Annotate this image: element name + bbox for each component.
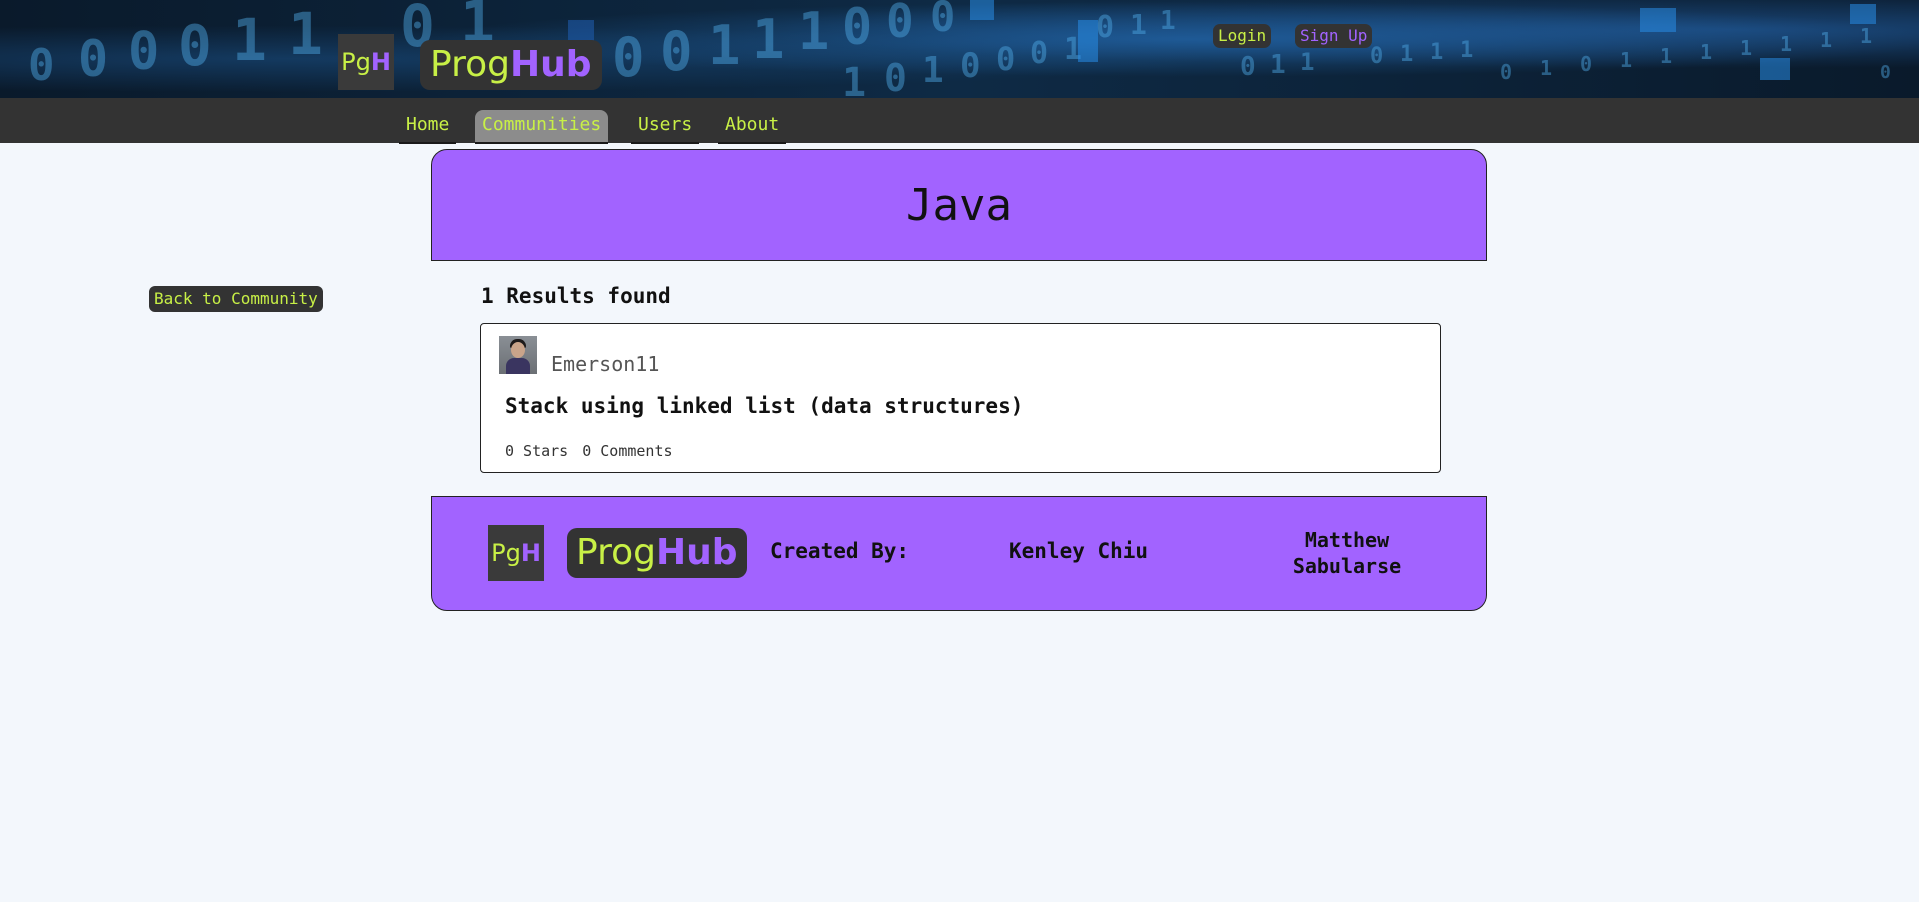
community-title: Java: [906, 179, 1012, 231]
post-comments: 0 Comments: [582, 442, 673, 460]
post-card[interactable]: Emerson11 Stack using linked list (data …: [480, 323, 1441, 473]
post-stats: 0 Stars 0 Comments: [505, 442, 687, 460]
footer-logo-small-text-a: Pg: [491, 539, 521, 567]
author-matthew: Matthew Sabularse: [1292, 528, 1402, 578]
footer-logo-wordmark-text-b: Hub: [655, 532, 738, 573]
post-author[interactable]: Emerson11: [551, 352, 659, 376]
nav-users[interactable]: Users: [631, 110, 700, 144]
binary-background: 0 0 0 0 1 1 0 1 0 0 1 1 1 0 0 0 1 0 1 0 …: [28, 0, 1891, 98]
header-banner: 0 0 0 0 1 1 0 1 0 0 1 1 1 0 0 0 1 0 1 0 …: [0, 0, 1919, 98]
logo-wordmark[interactable]: ProgHub: [420, 40, 602, 90]
logo-wordmark-text-b: Hub: [509, 44, 592, 85]
logo-small-text-b: H: [370, 48, 391, 76]
logo-small-text-a: Pg: [341, 48, 371, 76]
results-count: 1 Results found: [481, 284, 671, 308]
main-nav: Home Communities Users About: [0, 98, 1919, 144]
nav-communities[interactable]: Communities: [475, 110, 609, 144]
post-title[interactable]: Stack using linked list (data structures…: [505, 394, 1023, 418]
footer-logo-wordmark-text-a: Prog: [576, 532, 656, 573]
nav-about[interactable]: About: [718, 110, 787, 144]
logo-small[interactable]: Pg H: [338, 34, 394, 90]
footer: Pg H ProgHub Created By: Kenley Chiu Matt…: [431, 496, 1487, 611]
author-kenley: Kenley Chiu: [1009, 539, 1149, 563]
back-to-community-button[interactable]: Back to Community: [149, 286, 323, 312]
login-button[interactable]: Login: [1213, 24, 1272, 48]
signup-button[interactable]: Sign Up: [1295, 24, 1373, 48]
created-by-label: Created By:: [770, 539, 910, 563]
avatar[interactable]: [499, 336, 537, 374]
footer-logo-small-text-b: H: [520, 539, 541, 567]
nav-home[interactable]: Home: [399, 110, 457, 144]
footer-logo-wordmark: ProgHub: [567, 528, 747, 578]
footer-logo-small: Pg H: [488, 525, 544, 581]
post-stars: 0 Stars: [505, 442, 569, 460]
logo-wordmark-text-a: Prog: [430, 44, 510, 85]
community-banner: Java: [431, 149, 1487, 261]
